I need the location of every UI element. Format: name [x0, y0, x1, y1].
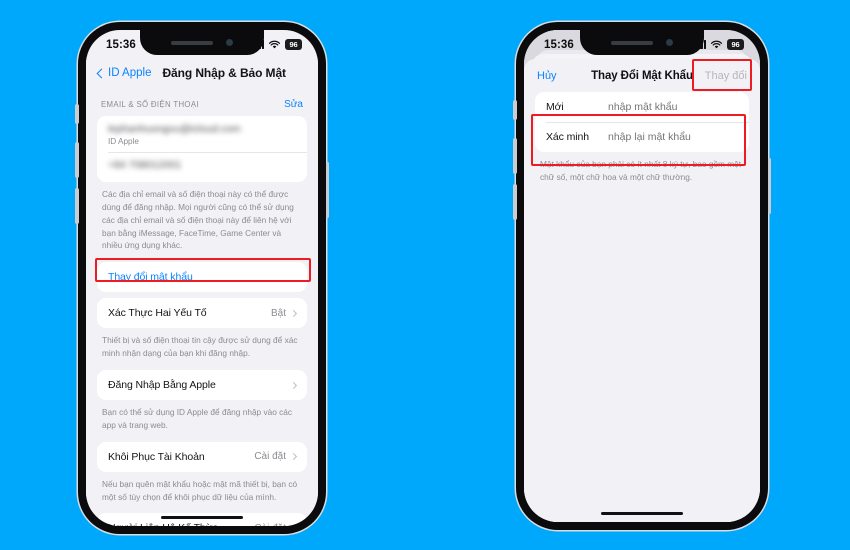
two-factor-row[interactable]: Xác Thực Hai Yếu Tố Bật: [97, 298, 307, 328]
silent-switch-right[interactable]: [513, 100, 517, 120]
earpiece-speaker-icon: [611, 40, 653, 45]
iphone-device-left: 15:36 96 ID Apple Đăng Nhập & Bảo Mật EM…: [75, 22, 329, 534]
change-password-label: Thay đổi mật khẩu: [108, 271, 193, 284]
edit-button[interactable]: Sửa: [284, 99, 303, 110]
silent-switch-left[interactable]: [75, 104, 79, 124]
power-button-left[interactable]: [325, 162, 329, 218]
legacy-contact-label: Người Liên Hệ Kế Thừa: [108, 522, 218, 526]
email-section-header: EMAIL & SỐ ĐIỆN THOẠI Sửa: [97, 89, 307, 116]
chevron-right-icon: [289, 381, 298, 389]
page-title: Đăng Nhập & Bảo Mật: [162, 66, 286, 80]
new-password-row[interactable]: Mới: [535, 92, 749, 122]
chevron-left-icon: [96, 68, 107, 78]
apple-id-email-sublabel: ID Apple: [108, 137, 139, 146]
front-camera-icon: [666, 39, 673, 46]
account-recovery-card: Khôi Phục Tài Khoản Cài đặt: [97, 441, 307, 472]
sign-in-with-apple-footnote: Bạn có thể sử dụng ID Apple để đăng nhập…: [102, 407, 293, 430]
new-password-input[interactable]: [608, 101, 743, 113]
chevron-right-icon: [289, 524, 298, 526]
battery-icon: 96: [285, 39, 302, 50]
wifi-icon: [268, 40, 281, 48]
change-password-row[interactable]: Thay đổi mật khẩu: [97, 262, 307, 292]
settings-content-left: EMAIL & SỐ ĐIỆN THOẠI Sửa lephanhuongvu@…: [86, 89, 318, 526]
verify-password-input[interactable]: [608, 131, 743, 143]
two-factor-footnote: Thiết bị và số điện thoại tin cậy được s…: [102, 335, 298, 359]
screen-left: 15:36 96 ID Apple Đăng Nhập & Bảo Mật EM…: [86, 30, 318, 526]
sign-in-with-apple-card: Đăng Nhập Bằng Apple: [97, 370, 307, 401]
verify-password-row[interactable]: Xác minh: [535, 122, 749, 152]
power-button-right[interactable]: [767, 158, 771, 214]
apple-id-phone-row[interactable]: +84 708012001: [97, 152, 307, 182]
sheet-body: Mới Xác minh Mật khẩu của bạn phải có ít…: [524, 92, 760, 194]
apple-id-email-value: lephanhuongvu@icloud.com: [108, 123, 241, 135]
status-time: 15:36: [106, 38, 136, 51]
legacy-contact-value: Cài đặt: [254, 523, 286, 526]
two-factor-right: Bật: [270, 307, 298, 319]
back-button[interactable]: ID Apple: [96, 67, 152, 79]
home-indicator-left[interactable]: [161, 515, 243, 519]
email-section-label: EMAIL & SỐ ĐIỆN THOẠI: [101, 100, 199, 109]
password-fields-card: Mới Xác minh: [535, 92, 749, 152]
account-recovery-label: Khôi Phục Tài Khoản: [108, 450, 205, 463]
password-requirements-footnote: Mật khẩu của bạn phải có ít nhất 8 ký tự…: [540, 159, 742, 182]
sign-in-with-apple-label: Đăng Nhập Bằng Apple: [108, 379, 216, 392]
sign-in-with-apple-right: [289, 381, 298, 389]
back-button-label: ID Apple: [108, 67, 152, 79]
apple-id-email-row[interactable]: lephanhuongvu@icloud.com ID Apple: [97, 116, 307, 152]
navigation-bar-left: ID Apple Đăng Nhập & Bảo Mật: [86, 57, 318, 89]
notch-right: [580, 30, 704, 55]
legacy-contact-right: Cài đặt: [254, 523, 298, 526]
volume-up-button-left[interactable]: [75, 142, 79, 178]
sheet-title: Thay Đổi Mật Khẩu: [591, 70, 693, 82]
account-recovery-footnote: Nếu bạn quên mật khẩu hoặc mật mã thiết …: [102, 478, 298, 502]
change-password-card: Thay đổi mật khẩu: [97, 262, 307, 293]
status-time: 15:36: [544, 38, 574, 51]
change-password-sheet: Hủy Thay Đổi Mật Khẩu Thay đổi Mới Xác m…: [524, 59, 760, 522]
home-indicator-right[interactable]: [601, 511, 683, 515]
new-password-label: Mới: [546, 101, 564, 113]
screen-right: 15:36 96 Hủy Thay Đổi Mật Khẩu Thay đổi …: [524, 30, 760, 522]
verify-password-label: Xác minh: [546, 131, 589, 143]
account-recovery-row[interactable]: Khôi Phục Tài Khoản Cài đặt: [97, 442, 307, 472]
earpiece-speaker-icon: [171, 40, 213, 45]
two-factor-card: Xác Thực Hai Yếu Tố Bật: [97, 298, 307, 329]
sign-in-with-apple-row[interactable]: Đăng Nhập Bằng Apple: [97, 370, 307, 400]
iphone-device-right: 15:36 96 Hủy Thay Đổi Mật Khẩu Thay đổi …: [513, 22, 771, 530]
apple-id-phone-value: +84 708012001: [108, 159, 182, 171]
chevron-right-icon: [289, 309, 298, 317]
front-camera-icon: [226, 39, 233, 46]
change-confirm-button[interactable]: Thay đổi: [705, 70, 747, 82]
volume-up-button-right[interactable]: [513, 138, 517, 174]
battery-icon: 96: [727, 39, 744, 50]
account-recovery-right: Cài đặt: [254, 451, 298, 463]
volume-down-button-right[interactable]: [513, 184, 517, 220]
wifi-icon: [710, 40, 723, 48]
two-factor-value: Bật: [270, 307, 286, 319]
cancel-button[interactable]: Hủy: [537, 70, 557, 82]
account-recovery-value: Cài đặt: [254, 451, 286, 463]
notch-left: [140, 30, 264, 55]
chevron-right-icon: [289, 453, 298, 461]
two-factor-label: Xác Thực Hai Yếu Tố: [108, 307, 207, 320]
email-phone-card: lephanhuongvu@icloud.com ID Apple +84 70…: [97, 116, 307, 182]
email-section-footnote: Các địa chỉ email và số điện thoại này c…: [102, 189, 294, 251]
sheet-navigation-bar: Hủy Thay Đổi Mật Khẩu Thay đổi: [524, 59, 760, 92]
volume-down-button-left[interactable]: [75, 188, 79, 224]
screenshot-stage: 15:36 96 ID Apple Đăng Nhập & Bảo Mật EM…: [0, 0, 850, 550]
